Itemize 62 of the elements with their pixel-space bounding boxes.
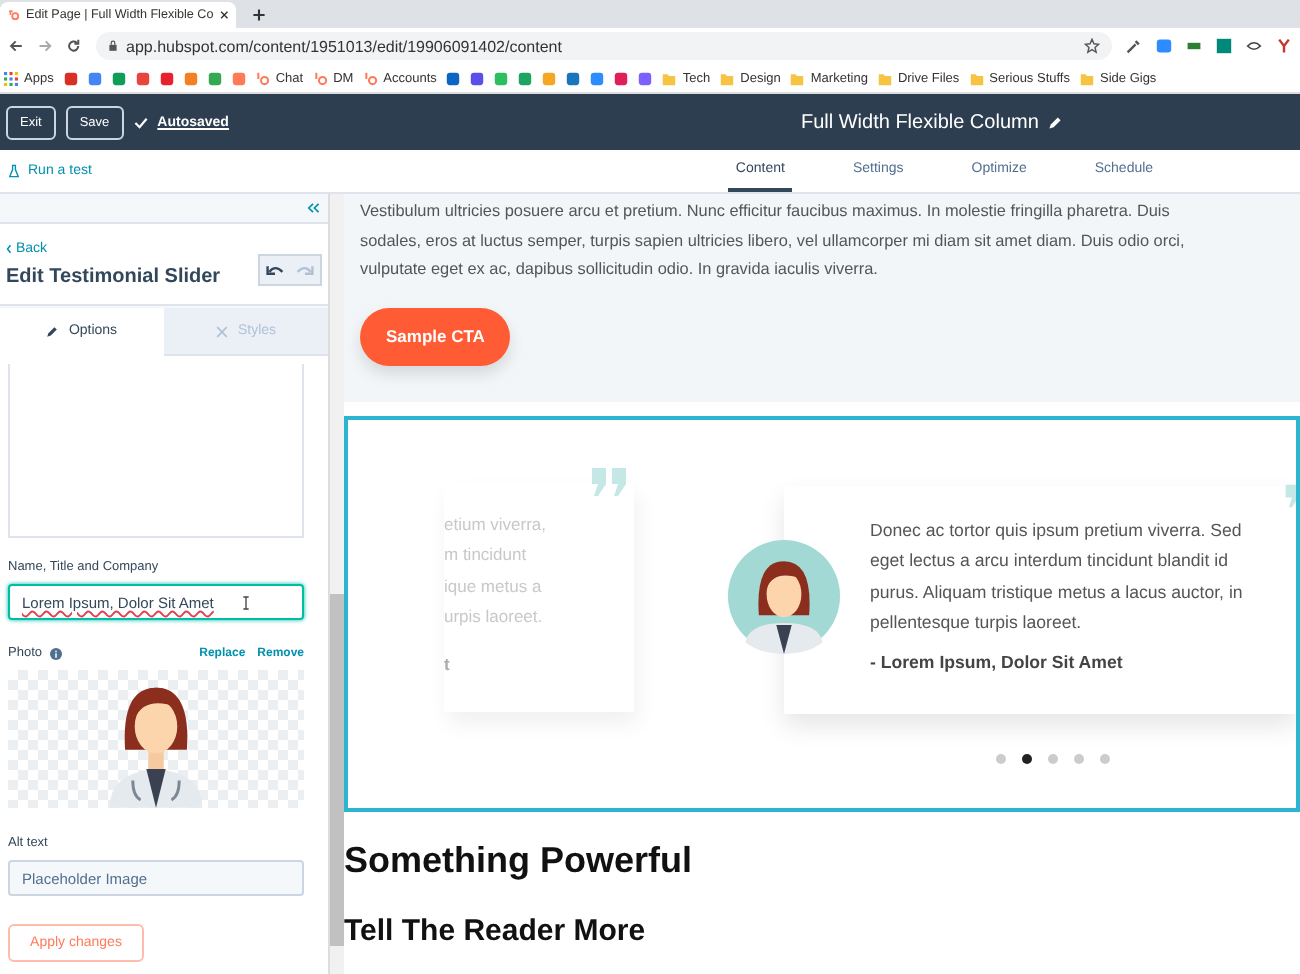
bookmark-icon[interactable] — [590, 71, 605, 85]
testimonial-slider[interactable] — [344, 415, 1300, 811]
bookmark-icon[interactable] — [614, 71, 629, 85]
folder-icon — [720, 71, 735, 85]
lock-icon — [108, 40, 119, 52]
bookmark-icon[interactable] — [87, 71, 102, 85]
bookmark-icon[interactable] — [183, 71, 198, 85]
testimonial-text: t — [444, 651, 452, 677]
slide-dot[interactable] — [996, 753, 1006, 763]
check-icon — [133, 115, 148, 129]
pencil-icon[interactable] — [1048, 115, 1063, 129]
scrollbar[interactable] — [328, 194, 344, 974]
eyedropper-icon[interactable] — [1126, 38, 1143, 54]
bookmark-icon[interactable] — [470, 71, 485, 85]
quote-icon — [590, 467, 630, 495]
reload-icon[interactable] — [66, 38, 83, 54]
quote-icon — [1284, 481, 1296, 509]
bookmark-icon[interactable] — [135, 71, 150, 85]
cross-icon — [215, 325, 228, 337]
bookmark-icon[interactable] — [63, 71, 78, 85]
testimonial-author: - Lorem Ipsum, Dolor Sit Amet — [870, 651, 1125, 671]
text-cursor-icon — [241, 595, 250, 609]
folder-icon — [662, 71, 677, 85]
bookmark-icon[interactable] — [566, 71, 581, 85]
pencil-icon — [46, 325, 59, 337]
bookmark-icon[interactable] — [518, 71, 533, 85]
info-icon[interactable] — [50, 647, 62, 659]
grid-icon — [4, 71, 18, 85]
slide-dot[interactable] — [1100, 753, 1110, 763]
folder-icon — [1080, 71, 1094, 85]
testimonial-text: Donec ac tortor quis ipsum pretium viverra. Sed eget lectus a arcu interdum tincidunt blandit id purus. Aliquam tristique metus a lacus auctor, in pellentesque turpis laoreet. — [870, 517, 1245, 636]
slide-dot[interactable] — [1022, 753, 1032, 763]
eye-icon[interactable] — [1246, 38, 1263, 54]
bookmark-icon[interactable] — [111, 71, 126, 85]
bookmark-icon[interactable] — [638, 71, 653, 85]
page-title: Full Width Flexible Column — [800, 111, 1039, 133]
heading: Something Powerful — [344, 839, 695, 881]
folder-icon — [790, 71, 805, 85]
chevron-left-icon[interactable] — [6, 243, 12, 253]
new-tab-icon[interactable] — [252, 8, 266, 22]
folder-icon — [877, 71, 892, 85]
slide-dot[interactable] — [1074, 753, 1084, 763]
subheading: Tell The Reader More — [344, 913, 648, 947]
forward-icon[interactable] — [37, 38, 53, 54]
sprocket-icon — [8, 8, 21, 22]
extension-icon[interactable] — [1276, 38, 1293, 54]
folder-icon — [969, 71, 984, 85]
body-text: Vestibulum ultricies posuere arcu et pretium. Nunc efficitur faucibus maximus. In molestie fringilla pharetra. Duis sodales, eros at luctus semper, turpis sapien ultricies libero, vel ullamcorper mi diam sit amet diam. Duis odio orci, vulputate eget ex ac, dapibus sollicitudin odio. In gravida iaculis viverra. — [360, 200, 1187, 282]
close-icon[interactable] — [219, 10, 228, 20]
bookmark-icon[interactable] — [159, 71, 174, 85]
bookmark-icon[interactable] — [207, 71, 222, 85]
bookmark-icon[interactable] — [446, 71, 461, 85]
collapse-icon[interactable] — [306, 202, 320, 214]
bookmark-icon[interactable] — [231, 71, 246, 85]
flask-icon — [8, 164, 20, 178]
slide-dot[interactable] — [1048, 753, 1058, 763]
back-icon[interactable] — [8, 38, 24, 54]
address-bar[interactable]: app.hubspot.com/content/1951013/edit/19906091402/content — [96, 32, 1113, 60]
star-icon[interactable] — [1084, 38, 1101, 54]
bookmark-icon[interactable] — [494, 71, 509, 85]
panel-title: Edit Testimonial Slider — [6, 265, 221, 287]
url-text: app.hubspot.com/content/1951013/edit/19906091402/content — [126, 37, 564, 55]
